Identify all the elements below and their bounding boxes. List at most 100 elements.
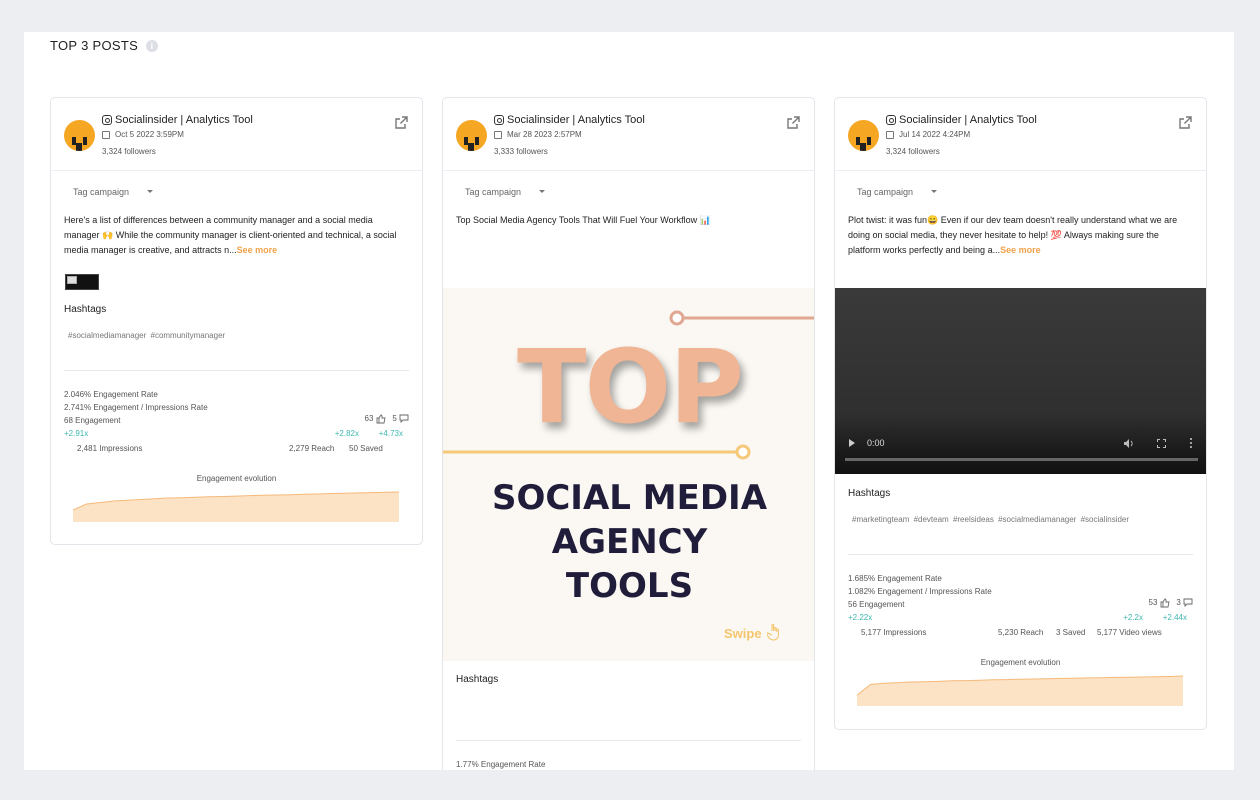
evolution-area: [857, 676, 1183, 706]
instagram-icon: [102, 115, 112, 125]
engagement-multiplier: +2.91x: [64, 429, 89, 438]
account-name[interactable]: Socialinsider | Analytics Tool: [494, 114, 645, 126]
post-header: Socialinsider | Analytics Tool Mar 28 20…: [443, 98, 814, 171]
caption-text: Here's a list of differences between a c…: [64, 215, 397, 255]
account-name[interactable]: Socialinsider | Analytics Tool: [102, 114, 253, 126]
hashtags-heading: Hashtags: [848, 488, 891, 499]
saved: 3 Saved: [1056, 628, 1086, 637]
video-progress-bar[interactable]: [845, 458, 1198, 461]
post-image[interactable]: TOP SOCIAL MEDIA AGENCY TOOLS Swipe: [443, 288, 814, 661]
saved: 50 Saved: [349, 444, 383, 453]
avatar[interactable]: [64, 120, 95, 151]
external-link-icon[interactable]: [786, 116, 800, 130]
thumbs-up-icon: [376, 414, 386, 424]
account-name[interactable]: Socialinsider | Analytics Tool: [886, 114, 1037, 126]
tag-campaign-dropdown[interactable]: Tag campaign: [51, 171, 422, 211]
comments-count: 5: [392, 414, 397, 423]
metrics-block: 1.685% Engagement Rate 1.082% Engagement…: [848, 572, 1193, 642]
hashtags-heading: Hashtags: [456, 674, 499, 685]
engagement-evolution-title: Engagement evolution: [980, 658, 1061, 667]
calendar-icon: [494, 130, 502, 139]
engagement-rate: 1.77% Engagement Rate: [456, 760, 546, 769]
followers-count: 3,324 followers: [102, 147, 156, 156]
comments-count: 3: [1176, 598, 1181, 607]
volume-icon[interactable]: [1124, 439, 1134, 448]
tag-campaign-dropdown[interactable]: Tag campaign: [443, 171, 814, 211]
engagement-impressions-rate: 1.082% Engagement / Impressions Rate: [848, 587, 992, 596]
image-line-3: TOOLS: [565, 566, 694, 606]
image-line-2: AGENCY: [551, 522, 708, 562]
hashtags-heading: Hashtags: [64, 304, 107, 315]
comments-multiplier: +4.73x: [378, 429, 403, 438]
post-date-text: Jul 14 2022 4:24PM: [899, 130, 971, 139]
engagement-evolution-title: Engagement evolution: [196, 474, 277, 483]
engagement-evolution-chart: [73, 491, 399, 522]
section-title-text: TOP 3 POSTS: [50, 38, 139, 53]
post-date: Jul 14 2022 4:24PM: [886, 130, 970, 139]
image-line-1: SOCIAL MEDIA: [491, 478, 768, 518]
video-player[interactable]: 0:00: [835, 288, 1206, 474]
engagement-impressions-rate: 2.741% Engagement / Impressions Rate: [64, 403, 208, 412]
comment-icon: [399, 414, 409, 424]
swipe-label: Swipe: [724, 626, 762, 641]
avatar[interactable]: [456, 120, 487, 151]
see-more-link[interactable]: See more: [1000, 245, 1041, 255]
post-caption: Plot twist: it was fun😀 Even if our dev …: [835, 211, 1206, 258]
chevron-down-icon: [147, 190, 154, 193]
section-title: TOP 3 POSTS i: [50, 38, 159, 53]
post-card-3: Socialinsider | Analytics Tool Jul 14 20…: [834, 97, 1207, 730]
likes-multiplier: +2.82x: [334, 429, 359, 438]
post-date-text: Mar 28 2023 2:57PM: [507, 130, 582, 139]
see-more-link[interactable]: See more: [237, 245, 278, 255]
top-posts-panel: TOP 3 POSTS i Socialinsider | Analytics …: [24, 32, 1234, 770]
external-link-icon[interactable]: [394, 116, 408, 130]
reach: 5,230 Reach: [998, 628, 1044, 637]
divider: [64, 370, 409, 371]
post-header: Socialinsider | Analytics Tool Jul 14 20…: [835, 98, 1206, 171]
caption-text: Top Social Media Agency Tools That Will …: [456, 215, 711, 225]
post-caption: Top Social Media Agency Tools That Will …: [443, 211, 814, 228]
post-date: Mar 28 2023 2:57PM: [494, 130, 582, 139]
chevron-down-icon: [539, 190, 546, 193]
more-options-icon[interactable]: [1190, 438, 1193, 448]
swipe-hand-icon: [767, 623, 779, 641]
reactions: 53 3: [1149, 596, 1194, 609]
calendar-icon: [102, 130, 110, 139]
account-name-text: Socialinsider | Analytics Tool: [899, 114, 1037, 126]
info-icon[interactable]: i: [146, 39, 159, 52]
tag-campaign-dropdown[interactable]: Tag campaign: [835, 171, 1206, 211]
followers-count: 3,324 followers: [886, 147, 940, 156]
reach: 2,279 Reach: [289, 444, 335, 453]
fullscreen-icon[interactable]: [1157, 439, 1166, 448]
instagram-icon: [494, 115, 504, 125]
post-header: Socialinsider | Analytics Tool Oct 5 202…: [51, 98, 422, 171]
external-link-icon[interactable]: [1178, 116, 1192, 130]
followers-count: 3,333 followers: [494, 147, 548, 156]
post-date-text: Oct 5 2022 3:59PM: [115, 130, 184, 139]
tag-campaign-label: Tag campaign: [465, 187, 522, 197]
instagram-icon: [886, 115, 896, 125]
reactions: 63 5: [365, 412, 410, 425]
account-name-text: Socialinsider | Analytics Tool: [115, 114, 253, 126]
comment-icon: [1183, 598, 1193, 608]
video-time: 0:00: [867, 438, 885, 448]
post-image[interactable]: [65, 274, 99, 290]
post-card-2: Socialinsider | Analytics Tool Mar 28 20…: [442, 97, 815, 770]
play-icon[interactable]: [849, 439, 855, 447]
post-date: Oct 5 2022 3:59PM: [102, 130, 184, 139]
engagement-rate: 2.046% Engagement Rate: [64, 390, 158, 399]
tag-campaign-label: Tag campaign: [73, 187, 130, 197]
impressions: 5,177 Impressions: [861, 628, 927, 637]
avatar[interactable]: [848, 120, 879, 151]
metrics-block: 2.046% Engagement Rate 2.741% Engagement…: [64, 388, 409, 458]
tag-campaign-label: Tag campaign: [857, 187, 914, 197]
engagement-evolution-chart: [857, 675, 1183, 706]
engagement-count: 68 Engagement: [64, 416, 121, 425]
calendar-icon: [886, 130, 894, 139]
likes-count: 53: [1148, 598, 1158, 607]
divider: [848, 554, 1193, 555]
likes-multiplier: +2.2x: [1123, 613, 1143, 622]
hashtags-list: #marketingteam #devteam #reelsideas #soc…: [852, 515, 1130, 524]
likes-count: 63: [364, 414, 374, 423]
image-title: TOP: [516, 328, 744, 447]
